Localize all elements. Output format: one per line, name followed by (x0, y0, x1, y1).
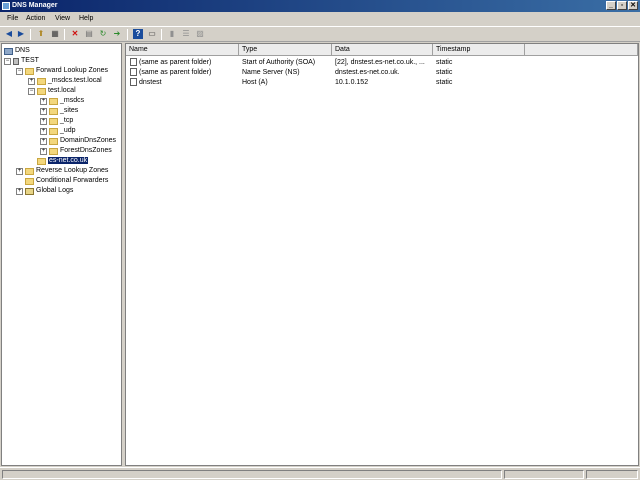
toolbar-separator (30, 29, 31, 40)
column-header-name[interactable]: Name (126, 44, 239, 56)
server-icon (13, 57, 19, 65)
show-hide-tree-icon[interactable]: ▦ (50, 29, 60, 39)
toolbar-separator (161, 29, 162, 40)
table-row[interactable]: (same as parent folder) Start of Authori… (126, 58, 638, 68)
column-header-data[interactable]: Data (332, 44, 433, 56)
expand-icon[interactable]: + (16, 187, 23, 195)
folder-icon (49, 137, 58, 145)
menu-action[interactable]: Action (24, 14, 47, 24)
status-panel (586, 470, 638, 479)
tree-node-tcp[interactable]: + _tcp (40, 116, 73, 126)
record-icon (130, 78, 137, 87)
window-title: DNS Manager (12, 2, 58, 9)
tree-node-server[interactable]: − TEST (4, 56, 39, 66)
server-icon[interactable]: ▮ (167, 29, 177, 39)
console-icon[interactable]: ▭ (147, 29, 157, 39)
refresh-icon[interactable]: ↻ (98, 29, 108, 39)
zone-icon (37, 77, 46, 85)
folder-icon (49, 97, 58, 105)
minimize-button[interactable]: _ (606, 1, 616, 10)
expand-icon[interactable]: + (40, 127, 47, 135)
title-bar: DNS Manager _ ▫ ✕ (0, 0, 640, 12)
folder-icon (49, 147, 58, 155)
console-tree[interactable]: DNS − TEST − Forward Lookup Zones + _msdcs.… (1, 43, 122, 466)
menu-file[interactable]: File (5, 14, 20, 24)
help-icon[interactable]: ? (133, 29, 143, 39)
tree-node-forward-lookup-zones[interactable]: − Forward Lookup Zones (16, 66, 108, 76)
tree-node-sites[interactable]: + _sites (40, 106, 78, 116)
column-header-timestamp[interactable]: Timestamp (433, 44, 525, 56)
tree-node-conditional-forwarders[interactable]: Conditional Forwarders (16, 176, 108, 186)
status-bar (0, 467, 640, 480)
event-log-icon (25, 187, 34, 195)
collapse-icon[interactable]: − (4, 57, 11, 65)
collapse-icon[interactable]: − (28, 87, 35, 95)
zone-icon (37, 87, 46, 95)
records-list[interactable]: Name Type Data Timestamp (same as parent… (125, 43, 639, 466)
forward-icon[interactable]: ▶ (16, 29, 26, 39)
folder-icon (49, 117, 58, 125)
expand-icon[interactable]: + (16, 167, 23, 175)
delete-icon[interactable]: ✕ (70, 29, 80, 39)
tree-node-udp[interactable]: + _udp (40, 126, 76, 136)
tree-node-msdcs[interactable]: + _msdcs (40, 96, 84, 106)
status-panel (2, 470, 502, 479)
collapse-icon[interactable]: − (16, 67, 23, 75)
tree-node-global-logs[interactable]: + Global Logs (16, 186, 73, 196)
toolbar-separator (64, 29, 65, 40)
record-list-icon[interactable]: ☰ (181, 29, 191, 39)
tree-node-reverse-lookup-zones[interactable]: + Reverse Lookup Zones (16, 166, 108, 176)
tree-node-test-local[interactable]: − test.local (28, 86, 76, 96)
record-icon (130, 58, 137, 67)
folder-icon (25, 67, 34, 75)
folder-icon (25, 167, 34, 175)
close-button[interactable]: ✕ (628, 1, 638, 10)
properties-icon[interactable]: ▤ (84, 29, 94, 39)
column-header-blank (525, 44, 638, 56)
expand-icon[interactable]: + (40, 137, 47, 145)
column-header-type[interactable]: Type (239, 44, 332, 56)
menu-view[interactable]: View (53, 14, 72, 24)
record-icon (130, 68, 137, 77)
table-row[interactable]: (same as parent folder) Name Server (NS)… (126, 68, 638, 78)
new-zone-icon[interactable]: ▨ (195, 29, 205, 39)
expand-icon[interactable]: + (28, 77, 35, 85)
menu-help[interactable]: Help (77, 14, 95, 24)
tree-node-dns[interactable]: DNS (4, 46, 30, 56)
dns-app-icon (2, 2, 10, 10)
expand-icon[interactable]: + (40, 107, 47, 115)
folder-icon (25, 177, 34, 185)
toolbar: ◀ ▶ ⬆ ▦ ✕ ▤ ↻ ➔ ? ▭ ▮ ☰ ▨ (0, 26, 640, 42)
dns-root-icon (4, 47, 13, 55)
menu-bar: File Action View Help (0, 12, 640, 26)
expand-icon[interactable]: + (40, 147, 47, 155)
folder-icon (49, 127, 58, 135)
toolbar-separator (127, 29, 128, 40)
folder-icon (49, 107, 58, 115)
tree-node-forestdnszones[interactable]: + ForestDnsZones (40, 146, 112, 156)
expand-icon[interactable]: + (40, 97, 47, 105)
zone-icon (37, 157, 46, 165)
table-row[interactable]: dnstest Host (A) 10.1.0.152 static (126, 78, 638, 88)
expand-icon[interactable]: + (40, 117, 47, 125)
export-list-icon[interactable]: ➔ (112, 29, 122, 39)
tree-node-domaindnszones[interactable]: + DomainDnsZones (40, 136, 116, 146)
up-folder-icon[interactable]: ⬆ (36, 29, 46, 39)
status-panel (504, 470, 584, 479)
tree-node-msdcs-zone[interactable]: + _msdcs.test.local (28, 76, 102, 86)
tree-node-es-net-zone[interactable]: es-net.co.uk (28, 156, 89, 166)
back-icon[interactable]: ◀ (4, 29, 14, 39)
maximize-button[interactable]: ▫ (617, 1, 627, 10)
